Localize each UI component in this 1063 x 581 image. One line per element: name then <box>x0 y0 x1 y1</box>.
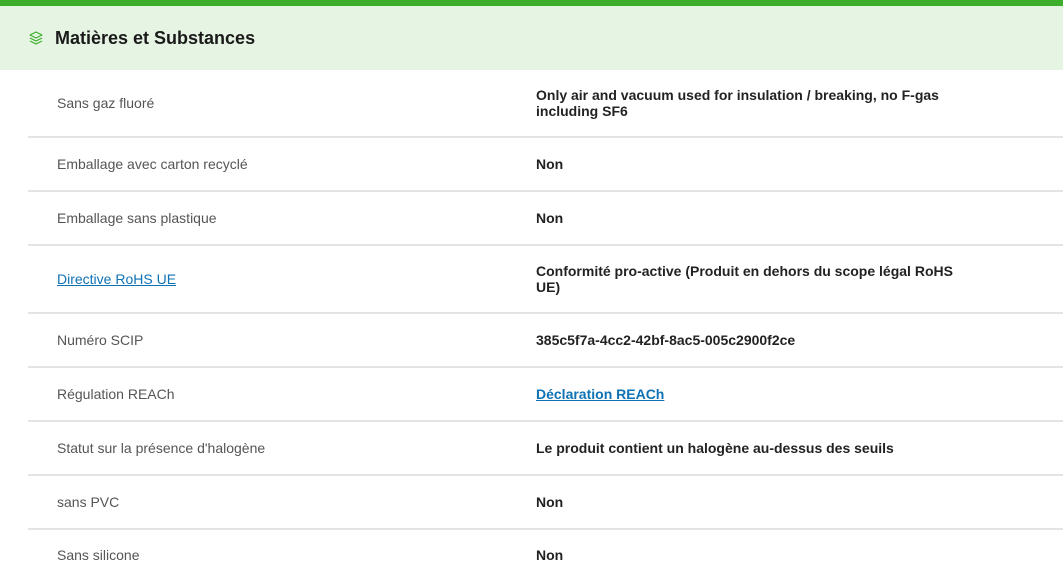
table-row: sans PVC Non <box>28 476 1063 530</box>
table-row: Statut sur la présence d'halogène Le pro… <box>28 422 1063 476</box>
rohs-directive-link[interactable]: Directive RoHS UE <box>57 271 536 287</box>
leaf-layers-icon <box>28 30 44 46</box>
row-value: Non <box>536 494 564 510</box>
row-label: Numéro SCIP <box>57 332 144 348</box>
row-label: Emballage sans plastique <box>57 210 217 226</box>
row-value: Le produit contient un halogène au-dessu… <box>536 440 894 456</box>
section-header[interactable]: Matières et Substances <box>0 6 1063 70</box>
row-label: Régulation REACh <box>57 386 175 402</box>
table-row: Emballage avec carton recyclé Non <box>28 138 1063 192</box>
row-label: sans PVC <box>57 494 120 510</box>
reach-declaration-link[interactable]: Déclaration REACh <box>536 386 956 402</box>
table-row: Régulation REACh Déclaration REACh <box>28 368 1063 422</box>
table-row: Emballage sans plastique Non <box>28 192 1063 246</box>
row-label: Sans silicone <box>57 547 140 563</box>
row-value: Non <box>536 547 564 563</box>
row-value: Non <box>536 210 564 226</box>
row-value: Only air and vacuum used for insulation … <box>536 87 939 119</box>
row-label: Emballage avec carton recyclé <box>57 156 248 172</box>
properties-table: Sans gaz fluoré Only air and vacuum used… <box>0 70 1063 580</box>
table-row: Sans silicone Non <box>28 530 1063 580</box>
row-value: Conformité pro-active (Produit en dehors… <box>536 263 953 295</box>
table-row: Sans gaz fluoré Only air and vacuum used… <box>28 70 1063 138</box>
row-label: Statut sur la présence d'halogène <box>57 440 266 456</box>
section-title: Matières et Substances <box>55 27 256 48</box>
row-value: 385c5f7a-4cc2-42bf-8ac5-005c2900f2ce <box>536 332 796 348</box>
row-value: Non <box>536 156 564 172</box>
table-row: Numéro SCIP 385c5f7a-4cc2-42bf-8ac5-005c… <box>28 314 1063 368</box>
row-label: Sans gaz fluoré <box>57 95 155 111</box>
table-row: Directive RoHS UE Conformité pro-active … <box>28 246 1063 314</box>
materials-panel: Matières et Substances Sans gaz fluoré O… <box>0 0 1063 580</box>
